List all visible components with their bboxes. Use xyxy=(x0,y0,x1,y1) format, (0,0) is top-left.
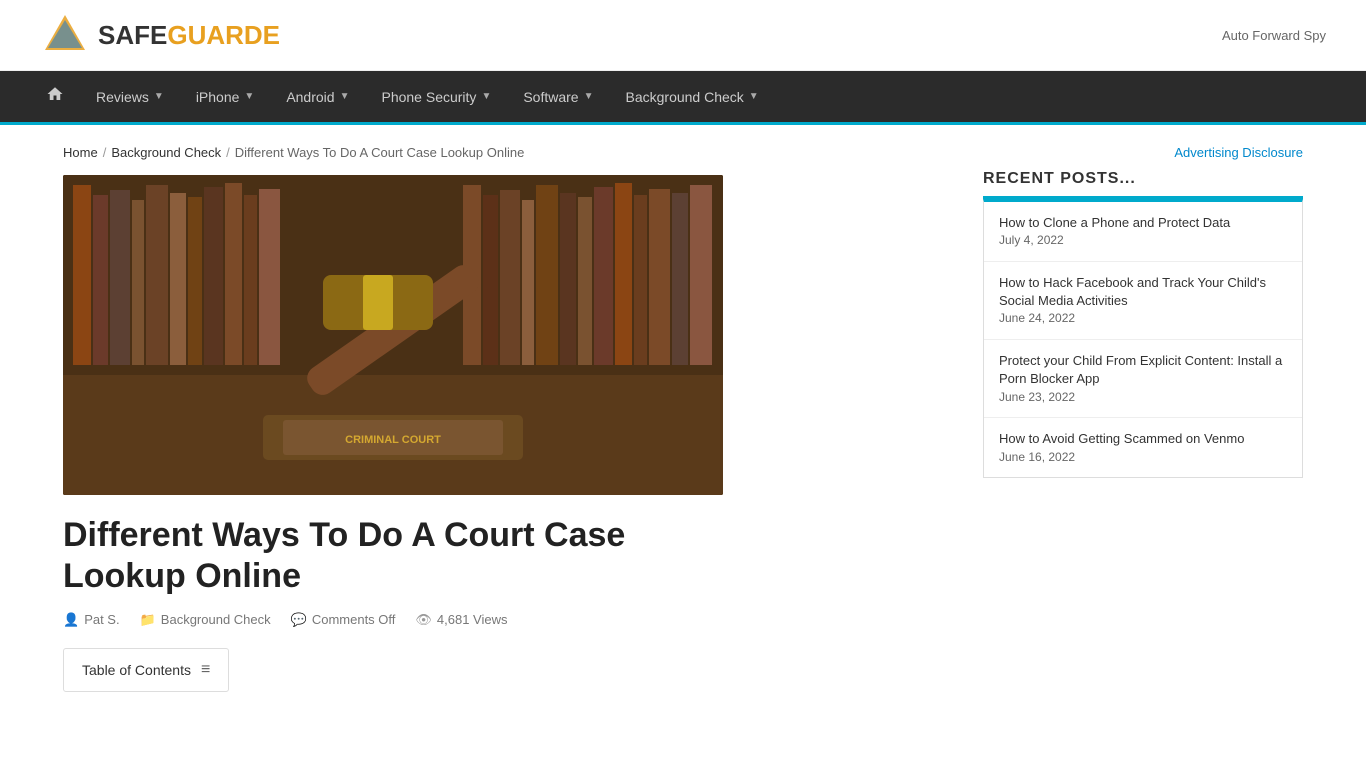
nav-item-software[interactable]: Software ▼ xyxy=(507,75,609,119)
meta-views: 👁 4,681 Views xyxy=(415,612,507,628)
comment-icon: 💬 xyxy=(291,612,307,628)
eye-icon: 👁 xyxy=(415,612,432,628)
meta-comments: 💬 Comments Off xyxy=(291,612,396,628)
post-date: July 4, 2022 xyxy=(999,232,1287,249)
folder-icon: 📁 xyxy=(140,612,156,628)
meta-category: 📁 Background Check xyxy=(140,612,271,628)
advertising-disclosure-link[interactable]: Advertising Disclosure xyxy=(983,145,1303,160)
recent-posts-heading: RECENT POSTS... xyxy=(983,170,1303,199)
breadcrumb-current: Different Ways To Do A Court Case Lookup… xyxy=(235,145,525,160)
post-title: Protect your Child From Explicit Content… xyxy=(999,352,1287,388)
breadcrumb-section[interactable]: Background Check xyxy=(111,145,221,160)
list-icon: ≡ xyxy=(201,661,210,679)
post-title: How to Hack Facebook and Track Your Chil… xyxy=(999,274,1287,310)
post-title: How to Clone a Phone and Protect Data xyxy=(999,214,1287,232)
article-title: Different Ways To Do A Court Case Lookup… xyxy=(63,515,723,597)
chevron-down-icon: ▼ xyxy=(340,91,350,102)
header-ad: Auto Forward Spy xyxy=(1222,28,1326,43)
nav-home-button[interactable] xyxy=(30,71,80,122)
site-header: SAFEGUARDE Auto Forward Spy xyxy=(0,0,1366,71)
meta-author: 👤 Pat S. xyxy=(63,612,120,628)
nav-item-background-check[interactable]: Background Check ▼ xyxy=(610,75,775,119)
chevron-down-icon: ▼ xyxy=(244,91,254,102)
home-icon xyxy=(46,85,64,103)
logo[interactable]: SAFEGUARDE xyxy=(40,10,280,60)
breadcrumb-sep1: / xyxy=(103,145,107,160)
nav-item-iphone[interactable]: iPhone ▼ xyxy=(180,75,271,119)
toc-label: Table of Contents xyxy=(82,662,191,678)
nav-item-android[interactable]: Android ▼ xyxy=(270,75,365,119)
main-column: Home / Background Check / Different Ways… xyxy=(63,145,953,692)
gavel-illustration: CRIMINAL COURT xyxy=(63,175,723,495)
nav-item-phone-security[interactable]: Phone Security ▼ xyxy=(365,75,507,119)
post-date: June 24, 2022 xyxy=(999,310,1287,327)
main-nav: Reviews ▼ iPhone ▼ Android ▼ Phone Secur… xyxy=(0,71,1366,125)
chevron-down-icon: ▼ xyxy=(154,91,164,102)
logo-text: SAFEGUARDE xyxy=(98,20,280,51)
recent-posts-list: How to Clone a Phone and Protect Data Ju… xyxy=(983,199,1303,478)
breadcrumb: Home / Background Check / Different Ways… xyxy=(63,145,953,160)
breadcrumb-sep2: / xyxy=(226,145,230,160)
page-content: Home / Background Check / Different Ways… xyxy=(33,125,1333,712)
article-meta: 👤 Pat S. 📁 Background Check 💬 Comments O… xyxy=(63,612,953,628)
post-title: How to Avoid Getting Scammed on Venmo xyxy=(999,430,1287,448)
post-date: June 23, 2022 xyxy=(999,389,1287,406)
nav-item-reviews[interactable]: Reviews ▼ xyxy=(80,75,180,119)
recent-post-item[interactable]: How to Hack Facebook and Track Your Chil… xyxy=(984,262,1302,340)
logo-icon xyxy=(40,10,90,60)
svg-text:CRIMINAL COURT: CRIMINAL COURT xyxy=(345,434,441,446)
post-date: June 16, 2022 xyxy=(999,449,1287,466)
article-hero-image: CRIMINAL COURT xyxy=(63,175,723,495)
chevron-down-icon: ▼ xyxy=(749,91,759,102)
recent-post-item[interactable]: How to Clone a Phone and Protect Data Ju… xyxy=(984,202,1302,262)
user-icon: 👤 xyxy=(63,612,79,628)
recent-post-item[interactable]: How to Avoid Getting Scammed on Venmo Ju… xyxy=(984,418,1302,477)
toc-box[interactable]: Table of Contents ≡ xyxy=(63,648,229,692)
chevron-down-icon: ▼ xyxy=(481,91,491,102)
chevron-down-icon: ▼ xyxy=(584,91,594,102)
sidebar: Advertising Disclosure RECENT POSTS... H… xyxy=(983,145,1303,692)
breadcrumb-home[interactable]: Home xyxy=(63,145,98,160)
recent-post-item[interactable]: Protect your Child From Explicit Content… xyxy=(984,340,1302,418)
